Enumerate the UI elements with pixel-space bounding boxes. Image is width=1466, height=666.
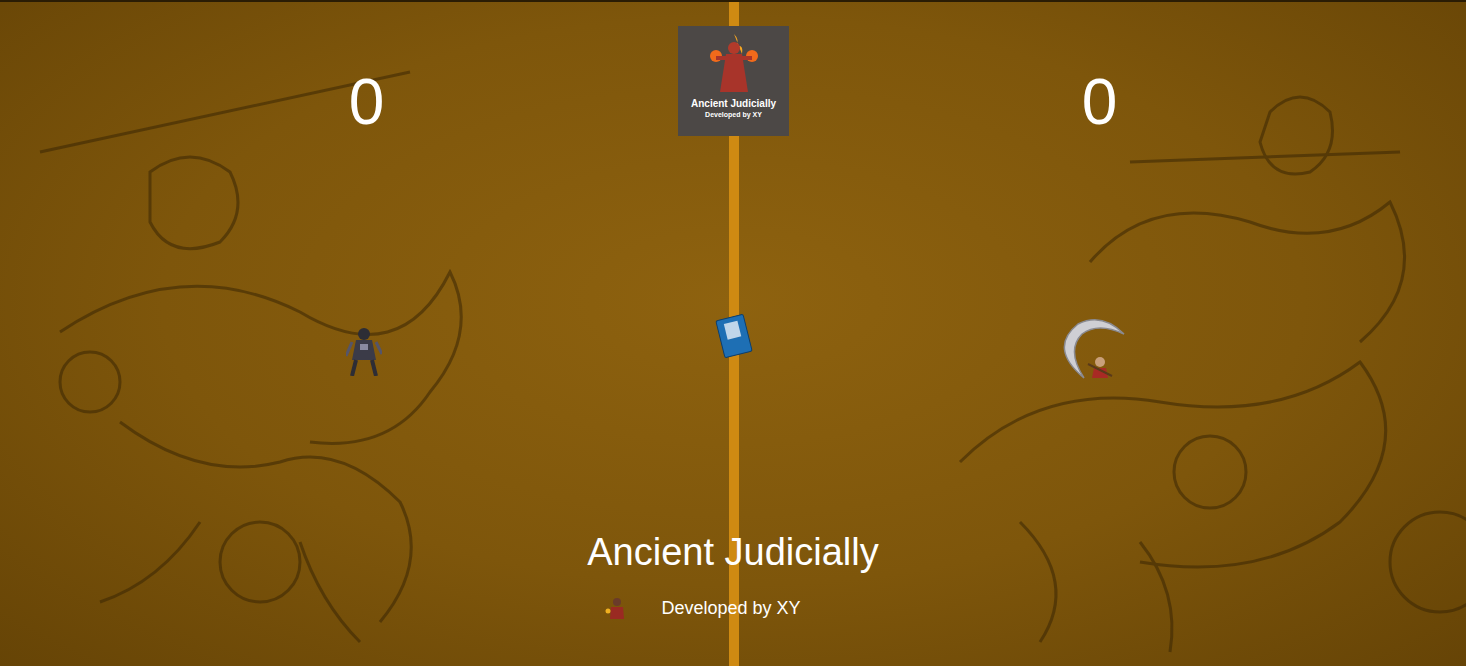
player-score: 0 <box>0 66 733 138</box>
developer-credit: Developed by XY <box>661 596 800 620</box>
fire-mage-icon <box>704 32 764 94</box>
game-logo: Ancient Judicially Developed by XY <box>678 26 789 136</box>
developer-avatar-icon <box>605 597 627 619</box>
left-warrior-icon[interactable] <box>346 326 382 376</box>
title-block: Ancient Judicially Developed by XY <box>0 529 1466 666</box>
score-board: 00 <box>0 2 1466 138</box>
right-reaper-icon[interactable] <box>1054 318 1126 380</box>
ball-card-icon[interactable] <box>715 313 754 359</box>
credit-row: Developed by XY <box>605 596 800 620</box>
game-title: Ancient Judicially <box>587 529 878 575</box>
player-score: 0 <box>733 66 1466 138</box>
game-stage[interactable]: Ancient Judicially Developed by XY 00 An… <box>0 0 1466 666</box>
